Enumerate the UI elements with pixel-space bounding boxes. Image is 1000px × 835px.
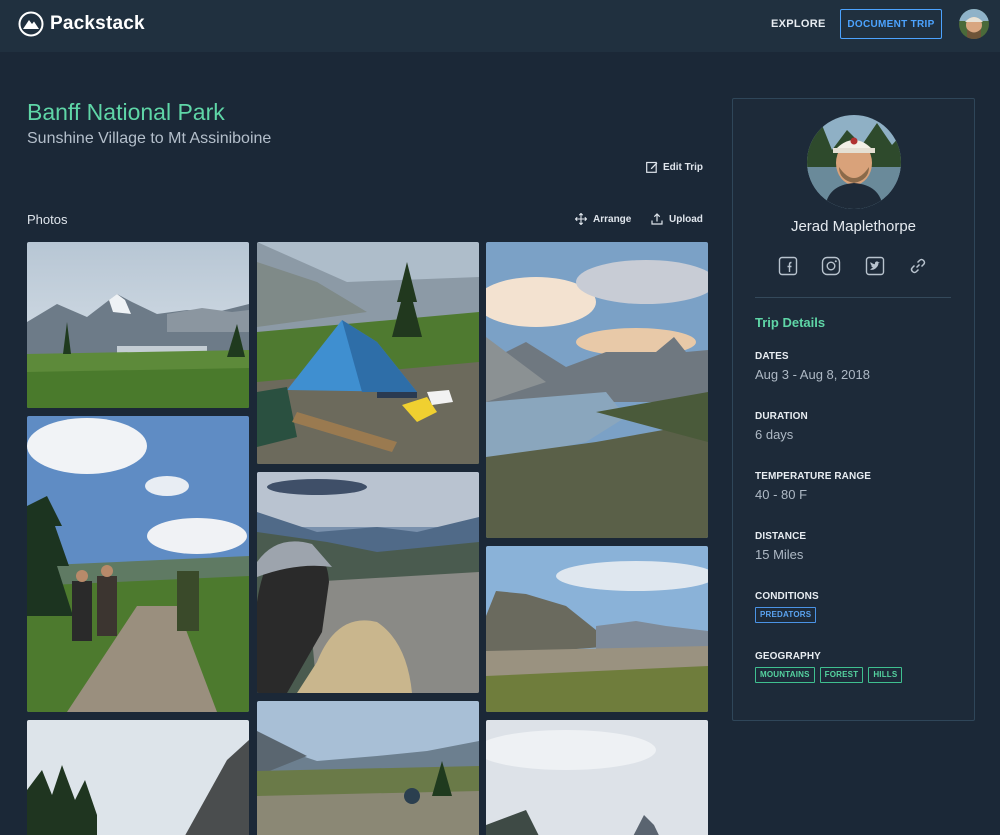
- geography-label: GEOGRAPHY: [755, 651, 821, 662]
- arrange-label: Arrange: [593, 213, 632, 225]
- geography-tags: MOUNTAINS FOREST HILLS: [755, 667, 903, 683]
- link-icon[interactable]: [908, 256, 928, 276]
- profile-card: Jerad Maplethorpe Trip Details DATES Aug…: [732, 98, 975, 721]
- instagram-icon[interactable]: [821, 256, 841, 276]
- duration-value: 6 days: [755, 427, 794, 442]
- upload-icon: [651, 213, 663, 225]
- user-avatar[interactable]: [959, 9, 989, 39]
- dates-value: Aug 3 - Aug 8, 2018: [755, 367, 870, 382]
- photo-tile[interactable]: [486, 242, 708, 538]
- geography-tag[interactable]: HILLS: [868, 667, 903, 683]
- top-nav: Packstack EXPLORE DOCUMENT TRIP: [0, 0, 1000, 52]
- photo-tile[interactable]: [486, 546, 708, 712]
- brand-name: Packstack: [50, 13, 145, 34]
- photo-tile[interactable]: [27, 720, 249, 835]
- conditions-label: CONDITIONS: [755, 591, 819, 602]
- photo-tile[interactable]: [27, 416, 249, 712]
- dates-label: DATES: [755, 351, 789, 362]
- geography-tag[interactable]: MOUNTAINS: [755, 667, 815, 683]
- edit-trip-button[interactable]: Edit Trip: [646, 161, 703, 173]
- upload-label: Upload: [669, 213, 703, 225]
- geography-tag[interactable]: FOREST: [819, 667, 864, 683]
- distance-value: 15 Miles: [755, 547, 804, 562]
- photos-heading: Photos: [27, 212, 68, 227]
- brand-logo[interactable]: Packstack: [18, 11, 145, 37]
- trip-title: Banff National Park: [27, 99, 225, 125]
- temperature-label: TEMPERATURE RANGE: [755, 471, 871, 482]
- arrange-button[interactable]: Arrange: [575, 213, 631, 225]
- trip-details-heading: Trip Details: [755, 315, 826, 330]
- mountain-logo-icon: [18, 11, 44, 37]
- move-arrows-icon: [575, 213, 587, 225]
- profile-name: Jerad Maplethorpe: [790, 218, 917, 235]
- temperature-value: 40 - 80 F: [755, 487, 808, 502]
- edit-trip-label: Edit Trip: [663, 161, 703, 173]
- conditions-tags: PREDATORS: [755, 607, 817, 623]
- trip-subtitle: Sunshine Village to Mt Assiniboine: [27, 130, 272, 147]
- edit-icon: [646, 161, 658, 173]
- upload-button[interactable]: Upload: [651, 213, 703, 225]
- photo-tile[interactable]: [486, 720, 708, 835]
- photo-tile[interactable]: [257, 242, 479, 464]
- photo-tile[interactable]: [257, 472, 479, 693]
- twitter-icon[interactable]: [865, 256, 885, 276]
- photo-tile[interactable]: [27, 242, 249, 408]
- duration-label: DURATION: [755, 411, 808, 422]
- photo-tile[interactable]: [257, 701, 479, 835]
- profile-avatar[interactable]: [807, 115, 901, 209]
- explore-link[interactable]: EXPLORE: [771, 18, 826, 30]
- distance-label: DISTANCE: [755, 531, 807, 542]
- document-trip-button[interactable]: DOCUMENT TRIP: [840, 9, 942, 39]
- card-divider: [755, 297, 951, 298]
- facebook-icon[interactable]: [778, 256, 798, 276]
- condition-tag[interactable]: PREDATORS: [755, 607, 817, 623]
